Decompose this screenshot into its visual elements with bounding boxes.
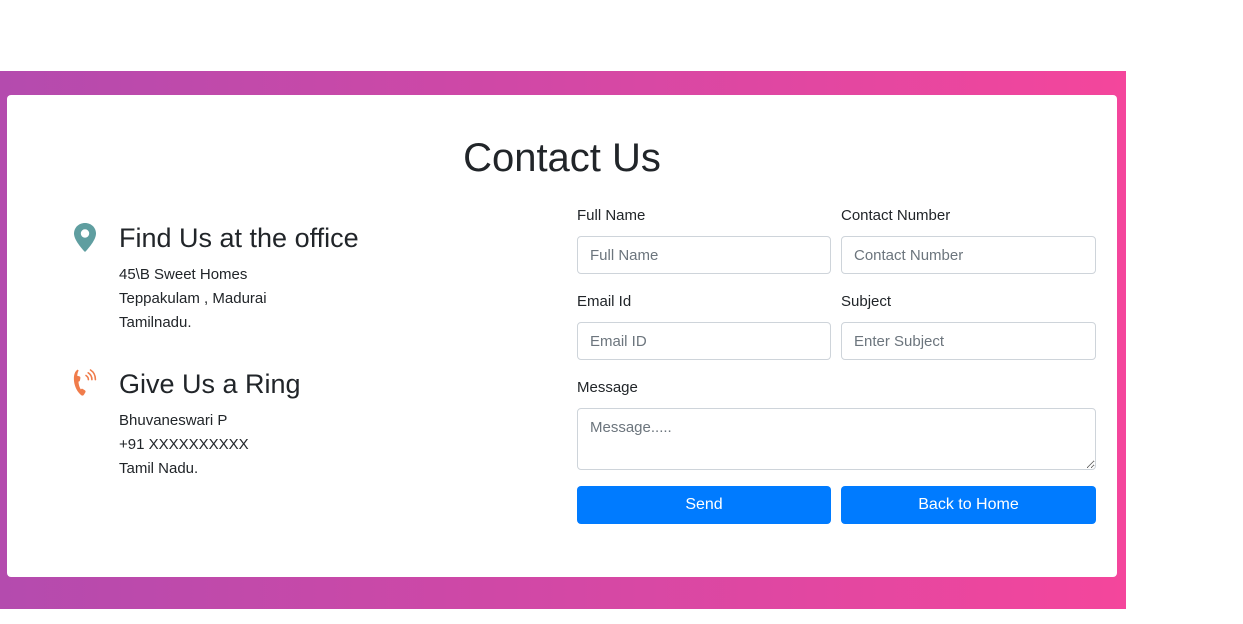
phone-details: Bhuvaneswari P +91 XXXXXXXXXX Tamil Nadu… [119,409,249,481]
message-label: Message [577,379,638,396]
address-line: 45\B Sweet Homes [119,266,248,283]
contact-line: Bhuvaneswari P [119,412,228,429]
office-address: 45\B Sweet Homes Teppakulam , Madurai Ta… [119,263,267,335]
page-title: Contact Us [463,136,661,180]
office-heading: Find Us at the office [119,223,359,253]
message-textarea[interactable] [577,408,1096,470]
address-line: Teppakulam , Madurai [119,290,267,307]
back-to-home-button[interactable]: Back to Home [841,486,1096,524]
phone-ringing-icon [72,367,98,401]
subject-input[interactable] [841,322,1096,360]
send-button[interactable]: Send [577,486,831,524]
address-line: Tamilnadu. [119,314,192,331]
full-name-input[interactable] [577,236,831,274]
subject-label: Subject [841,293,892,310]
contact-number-label: Contact Number [841,207,951,224]
contact-line: +91 XXXXXXXXXX [119,436,249,453]
full-name-label: Full Name [577,207,646,224]
contact-number-input[interactable] [841,236,1096,274]
ring-heading: Give Us a Ring [119,369,301,399]
email-input[interactable] [577,322,831,360]
map-pin-icon [72,221,98,255]
contact-line: Tamil Nadu. [119,460,199,477]
email-label: Email Id [577,293,632,310]
